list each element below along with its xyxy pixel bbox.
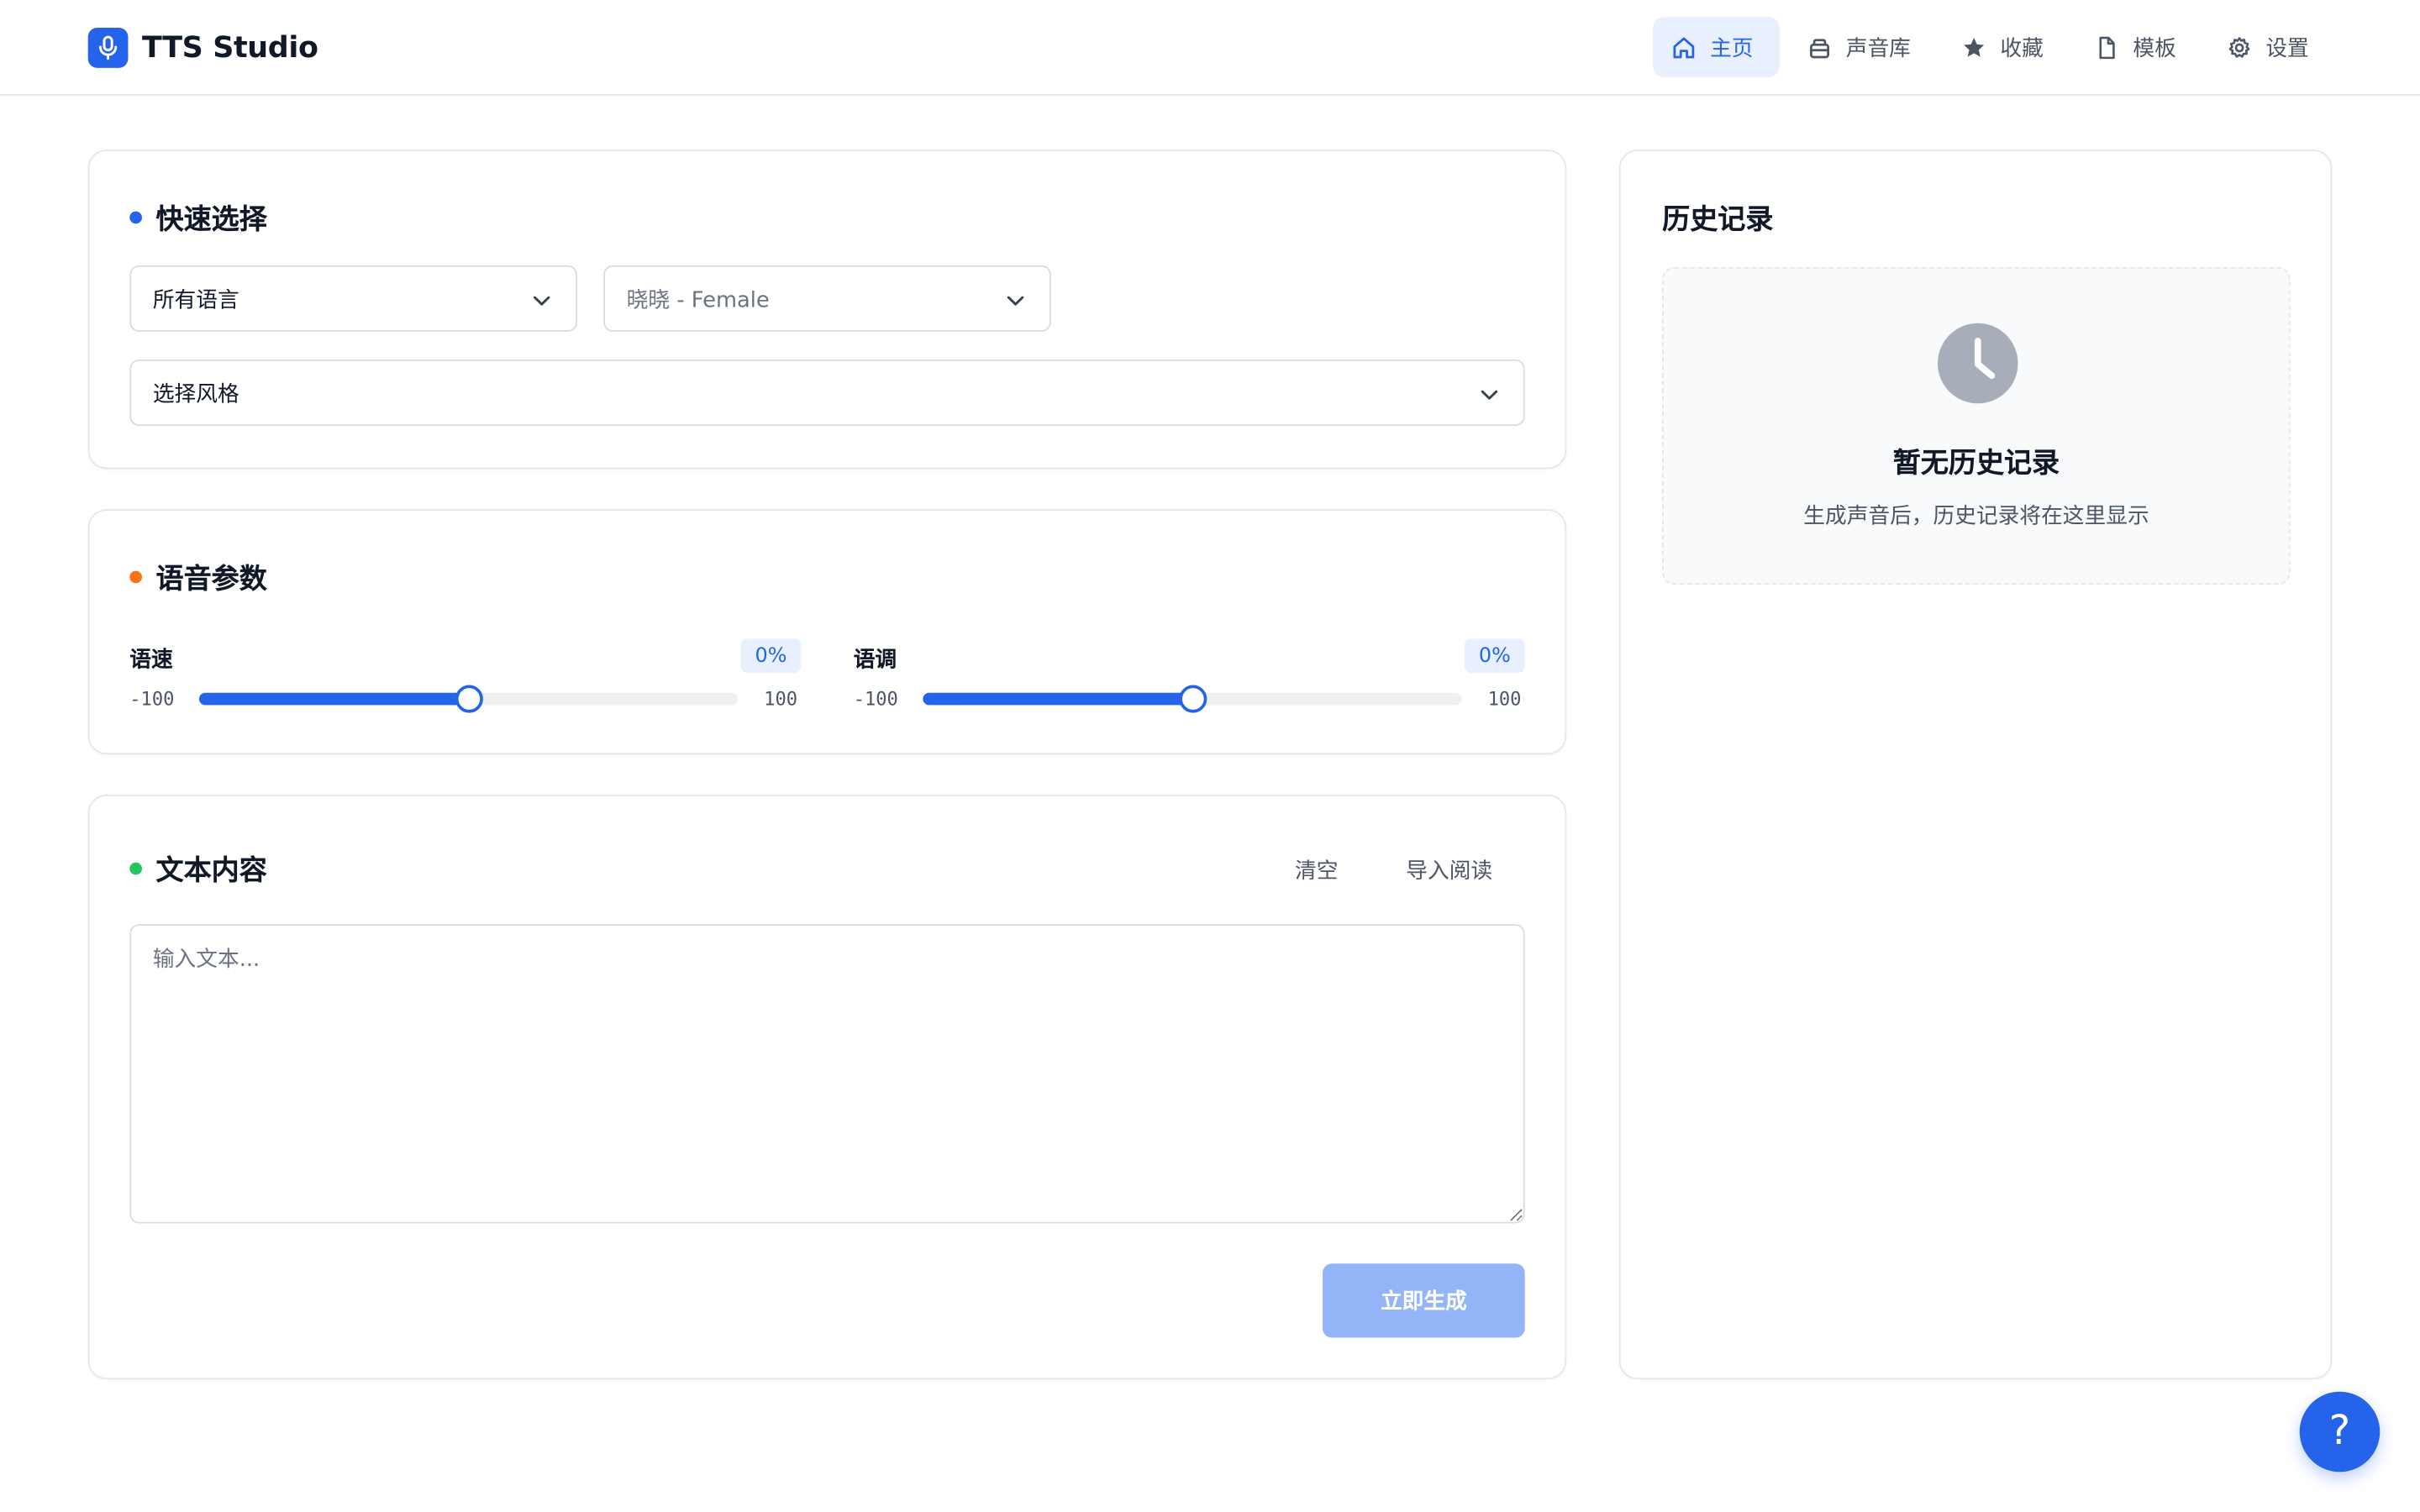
microphone-icon [87, 27, 129, 67]
chevron-down-icon [1481, 390, 1498, 400]
app-title: TTS Studio [141, 29, 318, 65]
pitch-slider-fill [923, 692, 1192, 706]
app-root: TTS Studio 主页 声音库 收藏 模板 设置 快速选择 所有语言 晓晓 … [0, 0, 2420, 1512]
history-empty-state: 暂无历史记录 生成声音后，历史记录将在这里显示 [1662, 266, 2291, 585]
quick-select-heading: 快速选择 [129, 197, 267, 238]
nav-label: 设置 [2265, 36, 2309, 61]
document-icon [2099, 35, 2115, 59]
section-dot [129, 862, 142, 875]
question-mark-icon: ? [2328, 1408, 2351, 1456]
section-dot [129, 570, 142, 584]
nav-item-settings[interactable]: 设置 [2208, 17, 2332, 77]
nav-item-favorites[interactable]: 收藏 [1943, 17, 2066, 77]
rate-slider[interactable] [198, 685, 738, 713]
history-card: 历史记录 暂无历史记录 生成声音后，历史记录将在这里显示 [1618, 150, 2333, 1380]
gear-icon [2228, 36, 2250, 57]
voice-select-value: 晓晓 - Female [626, 287, 770, 312]
section-title: 文本内容 [155, 854, 267, 888]
chevron-down-icon [1007, 296, 1024, 306]
style-select[interactable]: 选择风格 [129, 359, 1525, 426]
pitch-min-label: -100 [853, 688, 898, 710]
chevron-down-icon [533, 296, 550, 306]
app-logo[interactable]: TTS Studio [87, 26, 318, 68]
language-select[interactable]: 所有语言 [129, 265, 577, 332]
top-bar: TTS Studio 主页 声音库 收藏 模板 设置 [0, 0, 2420, 96]
rate-label: 语速 [129, 648, 173, 673]
history-empty-title: 暂无历史记录 [1892, 447, 2060, 480]
pitch-percent-badge: 0% [1465, 638, 1525, 673]
style-select-value: 选择风格 [152, 381, 239, 407]
text-content-card: 文本内容 清空 导入阅读 立即生成 [87, 794, 1567, 1380]
voice-params-heading: 语音参数 [129, 557, 267, 597]
pitch-slider-thumb[interactable] [1178, 685, 1207, 713]
pitch-label: 语调 [853, 648, 897, 673]
nav-item-voice-library[interactable]: 声音库 [1789, 17, 1935, 77]
import-button[interactable]: 导入阅读 [1406, 855, 1492, 886]
language-select-value: 所有语言 [152, 287, 239, 312]
nav-item-templates[interactable]: 模板 [2075, 17, 2199, 77]
nav-label: 主页 [1710, 36, 1754, 61]
rate-slider-thumb[interactable] [454, 685, 482, 713]
text-input[interactable] [129, 924, 1525, 1224]
voice-select[interactable]: 晓晓 - Female [603, 265, 1051, 332]
home-icon [1673, 36, 1695, 58]
clear-button[interactable]: 清空 [1295, 855, 1338, 886]
clock-icon [1938, 323, 2018, 404]
library-icon [1810, 38, 1829, 58]
section-dot [129, 211, 142, 224]
rate-slider-fill [198, 692, 469, 706]
history-title: 历史记录 [1662, 203, 1774, 237]
pitch-slider[interactable] [923, 685, 1462, 713]
voice-params-card: 语音参数 语速 0% -100 100 语调 0% -100 100 [87, 509, 1567, 755]
rate-max-label: 100 [764, 688, 798, 710]
nav-label: 模板 [2133, 36, 2176, 61]
rate-min-label: -100 [129, 688, 175, 710]
rate-percent-badge: 0% [740, 638, 802, 673]
generate-button[interactable]: 立即生成 [1323, 1263, 1525, 1338]
section-title: 快速选择 [155, 203, 267, 237]
help-button[interactable]: ? [2299, 1391, 2381, 1473]
text-content-heading: 文本内容 [129, 848, 267, 889]
quick-select-card: 快速选择 所有语言 晓晓 - Female 选择风格 [87, 150, 1567, 470]
nav-label: 声音库 [1845, 36, 1911, 61]
nav-label: 收藏 [2000, 36, 2044, 61]
section-title: 语音参数 [155, 563, 267, 596]
star-icon [1964, 37, 1985, 56]
nav-item-home[interactable]: 主页 [1653, 17, 1780, 77]
history-empty-description: 生成声音后，历史记录将在这里显示 [1803, 504, 2149, 530]
pitch-max-label: 100 [1487, 688, 1522, 710]
